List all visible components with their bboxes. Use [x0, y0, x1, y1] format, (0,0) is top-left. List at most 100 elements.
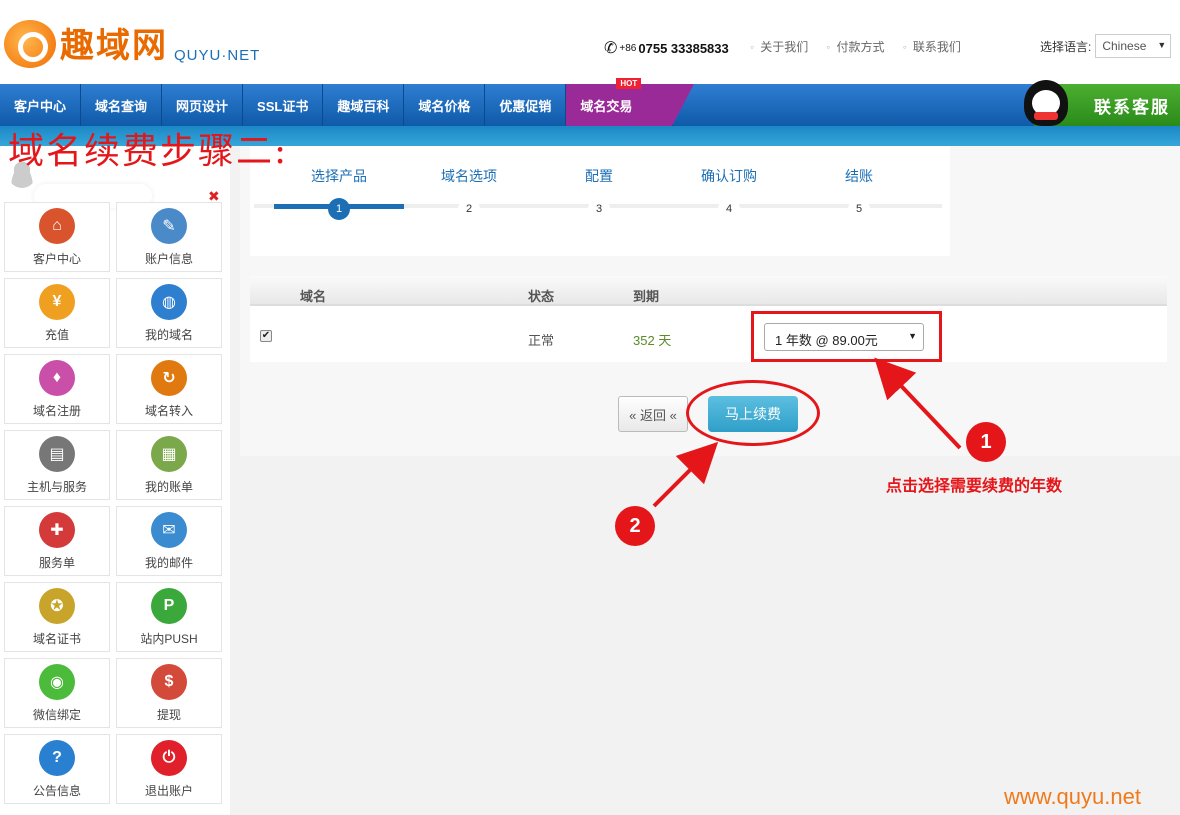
sidebar-tile[interactable]: P 站内PUSH [116, 582, 222, 652]
language-label: 选择语言: [1040, 39, 1092, 54]
sidebar-tile[interactable]: ⏻ 退出账户 [116, 734, 222, 804]
annotation-badge-1: 1 [966, 422, 1006, 462]
step-4-dot: 4 [718, 198, 740, 220]
sidebar-tile-label: 域名注册 [32, 404, 81, 418]
server-icon: ▤ [39, 436, 75, 472]
user-edit-icon: ✎ [151, 208, 187, 244]
highlight-ellipse [686, 380, 820, 446]
highlight-box [751, 311, 942, 362]
language-selector: 选择语言: Chinese [1040, 34, 1172, 58]
sidebar-tile[interactable]: ¥ 充值 [4, 278, 110, 348]
phone-value: 0755 33385833 [638, 40, 729, 56]
sidebar-tile[interactable]: ⌂ 客户中心 [4, 202, 110, 272]
sidebar-tile-label: 域名转入 [144, 404, 193, 418]
ticket-icon: ✚ [39, 512, 75, 548]
sidebar-tile-label: 退出账户 [144, 784, 193, 798]
hot-badge: HOT [616, 78, 642, 89]
renewal-table: 域名 状态 到期 ✔ 正常 352 天 1 年数 @ 89.00元 [250, 276, 1167, 362]
sidebar-tile-label: 账户信息 [144, 252, 193, 266]
step-title-overlay: 域名续费步骤二: [8, 131, 289, 172]
mail-icon: ✉ [151, 512, 187, 548]
home-icon: ⌂ [39, 208, 75, 244]
sidebar-tile-label: 主机与服务 [26, 480, 87, 494]
sidebar-tile-label: 服务单 [38, 556, 75, 570]
contact-support-button[interactable]: 联系客服 [1024, 80, 1180, 126]
step-3-label: 配置 [585, 168, 613, 184]
sidebar-tile-label: 充值 [44, 328, 69, 342]
table-header: 域名 状态 到期 [250, 276, 1167, 306]
back-button[interactable]: « 返回 « [618, 396, 688, 432]
sidebar-tile-label: 微信绑定 [32, 708, 81, 722]
domain-checkbox[interactable]: ✔ [260, 330, 272, 342]
nav-customer-center[interactable]: 客户中心 [0, 84, 82, 126]
phone-number: ✆ +86 0755 33385833 [604, 38, 729, 58]
sidebar-tile[interactable]: ✪ 域名证书 [4, 582, 110, 652]
sidebar-tile[interactable]: ▤ 主机与服务 [4, 430, 110, 500]
sidebar-tile[interactable]: ? 公告信息 [4, 734, 110, 804]
step-1-dot: 1 [328, 198, 350, 220]
sidebar-tile[interactable]: ✉ 我的邮件 [116, 506, 222, 576]
nav-promotions[interactable]: 优惠促销 [485, 84, 567, 126]
order-steps: 选择产品 域名选项 配置 确认订购 结账 1 2 3 4 5 [250, 146, 950, 256]
row-status: 正常 [528, 333, 555, 348]
sidebar-tile[interactable]: ↻ 域名转入 [116, 354, 222, 424]
sidebar-tile[interactable]: $ 提现 [116, 658, 222, 728]
watermark: www.quyu.net [1004, 784, 1141, 809]
step-5-label: 结账 [845, 168, 873, 184]
nav-domain-price[interactable]: 域名价格 [404, 84, 486, 126]
row-expiry: 352 天 [633, 333, 672, 348]
link-contact[interactable]: 联系我们 [903, 38, 961, 55]
sidebar-tile[interactable]: ✎ 账户信息 [116, 202, 222, 272]
header-status: 状态 [528, 289, 555, 304]
nav-domain-trade[interactable]: 域名交易 HOT [566, 78, 695, 126]
certificate-icon: ✪ [39, 588, 75, 624]
sidebar-tile[interactable]: ◉ 微信绑定 [4, 658, 110, 728]
sidebar-tile-label: 提现 [156, 708, 181, 722]
sidebar-tile-label: 域名证书 [32, 632, 81, 646]
sidebar-tile[interactable]: ✚ 服务单 [4, 506, 110, 576]
sidebar-tile[interactable]: ♦ 域名注册 [4, 354, 110, 424]
nav-domain-search[interactable]: 域名查询 [81, 84, 163, 126]
step-2-dot: 2 [458, 198, 480, 220]
step-1-label: 选择产品 [311, 168, 367, 184]
step-3-dot: 3 [588, 198, 610, 220]
push-icon: P [151, 588, 187, 624]
coins-icon: ¥ [39, 284, 75, 320]
sidebar-tile-label: 我的账单 [144, 480, 193, 494]
sidebar: ✖ ⌂ 客户中心 ✎ 账户信息 ¥ 充值 ◍ 我的域名 ♦ 域名注册 ↻ 域名转入 ▤ 主机与服务 ▦ 我的账… [0, 146, 230, 815]
language-dropdown[interactable]: Chinese [1095, 34, 1172, 58]
nav-domain-trade-label: 域名交易 [580, 98, 633, 114]
sidebar-tile[interactable]: ◍ 我的域名 [116, 278, 222, 348]
logo-text: 趣域网 [60, 26, 168, 66]
wechat-icon: ◉ [39, 664, 75, 700]
logo-icon [4, 20, 56, 68]
header: 趣域网 QUYU·NET ✆ +86 0755 33385833 关于我们 付款… [0, 0, 1180, 84]
sidebar-tile-label: 公告信息 [32, 784, 81, 798]
sidebar-tile[interactable]: ▦ 我的账单 [116, 430, 222, 500]
nav-web-design[interactable]: 网页设计 [162, 84, 244, 126]
sidebar-tile-label: 站内PUSH [140, 632, 198, 646]
sidebar-tile-label: 客户中心 [32, 252, 81, 266]
nav-wiki[interactable]: 趣域百科 [323, 84, 405, 126]
bill-icon: ▦ [151, 436, 187, 472]
help-icon: ? [39, 740, 75, 776]
power-icon: ⏻ [151, 740, 187, 776]
step-2-label: 域名选项 [441, 168, 497, 184]
globe-icon: ◍ [151, 284, 187, 320]
transfer-icon: ↻ [151, 360, 187, 396]
site-logo[interactable]: 趣域网 QUYU·NET [4, 20, 260, 68]
phone-icon: ✆ [604, 40, 618, 57]
header-expiry: 到期 [633, 289, 660, 304]
link-payment[interactable]: 付款方式 [826, 38, 885, 55]
sidebar-tile-label: 我的邮件 [144, 556, 193, 570]
annotation-badge-2: 2 [615, 506, 655, 546]
step-5-dot: 5 [848, 198, 870, 220]
main-nav: 客户中心 域名查询 网页设计 SSL证书 趣域百科 域名价格 优惠促销 域名交易… [0, 78, 1180, 126]
sidebar-tiles: ⌂ 客户中心 ✎ 账户信息 ¥ 充值 ◍ 我的域名 ♦ 域名注册 ↻ 域名转入 ▤ 主机与服务 ▦ 我的账单 ✚… [4, 202, 222, 804]
nav-ssl[interactable]: SSL证书 [243, 84, 324, 126]
phone-prefix: +86 [619, 42, 637, 54]
cart-icon: ♦ [39, 360, 75, 396]
logo-subtext: QUYU·NET [174, 47, 261, 64]
contact-support-label: 联系客服 [1094, 97, 1170, 117]
link-about[interactable]: 关于我们 [750, 38, 808, 55]
